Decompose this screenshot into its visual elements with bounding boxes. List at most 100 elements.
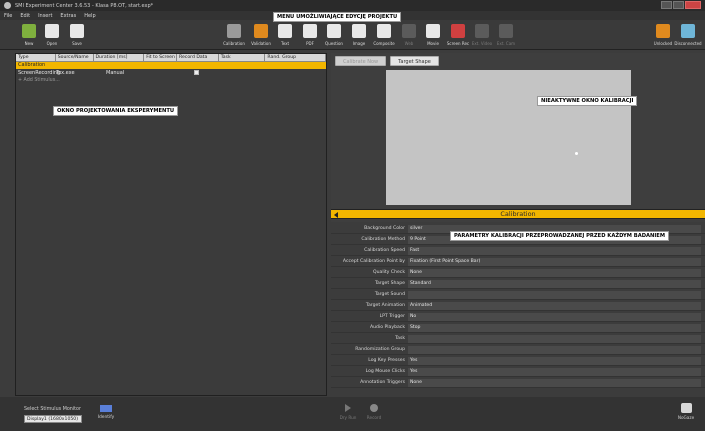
prop-row-target-shape[interactable]: Target Shape Standard xyxy=(331,279,705,289)
screen-rec-icon xyxy=(451,24,465,38)
nogaze-label: NoGaze xyxy=(677,415,695,420)
table-row[interactable]: ScreenRecording Tox.exe Manual xyxy=(16,69,326,77)
prop-value[interactable]: None xyxy=(408,378,701,387)
col-record[interactable]: Record Data xyxy=(177,54,219,61)
open-label: Open xyxy=(46,41,58,46)
annotation-calibration-params: PARAMETRY KALIBRACJI PRZEPROWADZANEJ PRZ… xyxy=(450,231,670,241)
prop-value[interactable]: Animated xyxy=(408,301,701,310)
disconnected-button[interactable]: Disconnected xyxy=(671,22,705,48)
add-stimulus-link[interactable]: + Add Stimulus... xyxy=(16,77,326,84)
experiment-design-panel: Type Source/Name Duration [ms] Fit to Sc… xyxy=(15,53,327,396)
prop-label: Randomization Group xyxy=(355,347,405,352)
record-data-checkbox[interactable] xyxy=(194,69,204,77)
minimize-icon[interactable] xyxy=(661,1,672,9)
prop-value[interactable]: No xyxy=(408,312,701,321)
menu-extras[interactable]: Extras xyxy=(60,13,76,19)
bottom-bar: Select Stimulus Monitor Display1 (1680x1… xyxy=(0,397,705,431)
title-bar: SMI Experiment Center 3.6.53 - Klasa P8.… xyxy=(0,0,705,11)
close-icon[interactable] xyxy=(685,1,701,9)
question-icon xyxy=(327,24,341,38)
prop-value[interactable]: Fixation (First Point Space Bar) xyxy=(408,257,701,266)
image-icon xyxy=(352,24,366,38)
prop-value[interactable]: Fast xyxy=(408,246,701,255)
prop-value[interactable]: Yes xyxy=(408,367,701,376)
target-shape-button[interactable]: Target Shape xyxy=(390,56,439,66)
prop-label: Target Animation xyxy=(365,303,405,308)
prop-label: Log Mouse Clicks xyxy=(365,369,405,374)
ext-cam-label: Ext. Cam xyxy=(496,41,516,46)
app-logo-icon xyxy=(4,2,11,9)
record-icon xyxy=(370,404,378,412)
prop-value[interactable]: Stop xyxy=(408,323,701,332)
prop-value[interactable] xyxy=(408,334,701,343)
calibration-header-bar[interactable]: Calibration xyxy=(331,209,705,219)
prop-row-accept-point[interactable]: Accept Calibration Point by Fixation (Fir… xyxy=(331,257,705,267)
prop-value[interactable] xyxy=(408,290,701,299)
nogaze-button[interactable]: NoGaze xyxy=(675,403,697,425)
calibration-row[interactable]: Calibration xyxy=(16,62,326,69)
application-window: SMI Experiment Center 3.6.53 - Klasa P8.… xyxy=(0,0,705,431)
new-file-icon xyxy=(22,24,36,38)
prop-value[interactable]: Standard xyxy=(408,279,701,288)
web-icon xyxy=(402,24,416,38)
prop-label: Quality Check xyxy=(372,270,405,275)
pdf-icon xyxy=(303,24,317,38)
save-icon xyxy=(70,24,84,38)
prop-label: Accept Calibration Point by xyxy=(342,259,405,264)
unlock-icon xyxy=(656,24,670,38)
stimulus-monitor-select[interactable]: Display1 (1680x1050) xyxy=(24,415,82,423)
question-label: Question xyxy=(325,41,343,46)
prop-label: Audio Playback xyxy=(369,325,405,330)
menu-insert[interactable]: Insert xyxy=(38,13,52,19)
prop-value[interactable] xyxy=(408,345,701,354)
col-fit[interactable]: Fit to Screen xyxy=(144,54,177,61)
menu-file[interactable]: File xyxy=(4,13,12,19)
prop-row-target-animation[interactable]: Target Animation Animated xyxy=(331,301,705,311)
calibration-preview xyxy=(386,70,631,205)
prop-row-annotation-triggers[interactable]: Annotation Triggers None xyxy=(331,378,705,388)
col-source[interactable]: Source/Name xyxy=(56,54,94,61)
ext-cam-button[interactable]: Ext. Cam xyxy=(489,22,523,48)
prop-row-quality-check[interactable]: Quality Check None xyxy=(331,268,705,278)
annotation-design-window: OKNO PROJEKTOWANIA EKSPERYMENTU xyxy=(53,106,179,116)
unlocked-label: Unlocked xyxy=(653,41,673,46)
calibration-properties: Background Color silver Calibration Metho… xyxy=(331,222,705,396)
play-icon xyxy=(345,404,351,412)
web-label: Web xyxy=(404,41,414,46)
menu-edit[interactable]: Edit xyxy=(20,13,30,19)
calibration-buttons: Calibrate Now Target Shape xyxy=(331,56,439,66)
maximize-icon[interactable] xyxy=(673,1,684,9)
prop-row-log-mouse-clicks[interactable]: Log Mouse Clicks Yes xyxy=(331,367,705,377)
record-button[interactable]: Record xyxy=(361,403,387,425)
cell-duration: Manual xyxy=(106,70,125,76)
prop-row-calibration-speed[interactable]: Calibration Speed Fast xyxy=(331,246,705,256)
dry-run-button[interactable]: Dry Run xyxy=(335,403,361,425)
save-button[interactable]: Save xyxy=(60,22,94,48)
text-label: Text xyxy=(280,41,290,46)
col-duration[interactable]: Duration [ms] xyxy=(94,54,145,61)
prop-label: Target Shape xyxy=(374,281,405,286)
prop-row-target-sound[interactable]: Target Sound xyxy=(331,290,705,300)
identify-icon xyxy=(100,405,112,412)
prop-row-task[interactable]: Task xyxy=(331,334,705,344)
menu-help[interactable]: Help xyxy=(84,13,95,19)
calibrate-now-button[interactable]: Calibrate Now xyxy=(335,56,387,66)
new-label: New xyxy=(24,41,34,46)
disconnected-icon xyxy=(681,24,695,38)
col-rand[interactable]: Rand. Group xyxy=(265,54,327,61)
prop-row-log-key-presses[interactable]: Log Key Presses Yes xyxy=(331,356,705,366)
prop-value[interactable]: None xyxy=(408,268,701,277)
prop-row-audio-playback[interactable]: Audio Playback Stop xyxy=(331,323,705,333)
prop-row-lpt-trigger[interactable]: LPT Trigger No xyxy=(331,312,705,322)
col-type[interactable]: Type xyxy=(16,54,56,61)
identify-label: Identify xyxy=(97,415,115,420)
calibration-icon xyxy=(227,24,241,38)
prop-row-randomization-group[interactable]: Randomization Group xyxy=(331,345,705,355)
identify-button[interactable]: Identify xyxy=(94,405,118,425)
annotation-menu: MENU UMOŻLIWIAJĄCE EDYCJĘ PROJEKTU xyxy=(273,12,402,22)
prop-label: Annotation Triggers xyxy=(360,380,405,385)
prop-value[interactable]: Yes xyxy=(408,356,701,365)
col-task[interactable]: Task xyxy=(219,54,266,61)
prop-label: Target Sound xyxy=(374,292,405,297)
calibration-label: Calibration xyxy=(223,41,245,46)
